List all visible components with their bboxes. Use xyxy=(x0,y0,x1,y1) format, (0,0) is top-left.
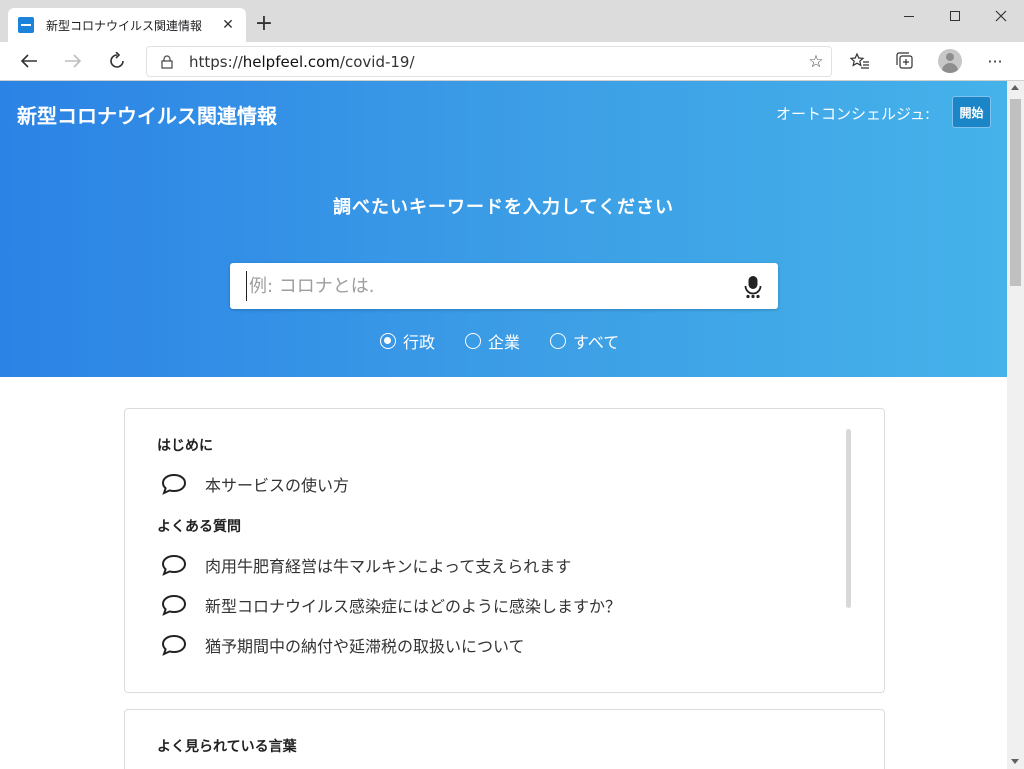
speech-bubble-icon xyxy=(161,594,187,616)
speech-bubble-icon xyxy=(161,554,187,576)
url-path: /covid-19/ xyxy=(339,52,415,71)
radio-label: 企業 xyxy=(488,333,521,352)
favorites-button[interactable] xyxy=(845,46,875,76)
list-item[interactable]: 肉用牛肥育経営は牛マルキンによって支えられます xyxy=(161,553,571,577)
search-prompt: 調べたいキーワードを入力してください xyxy=(333,197,674,218)
collections-button[interactable] xyxy=(890,46,920,76)
browser-toolbar: https://helpfeel.com/covid-19/ ☆ ··· xyxy=(0,42,1024,81)
more-icon: ··· xyxy=(987,51,1003,71)
minimize-icon xyxy=(904,15,914,17)
radio-gyosei[interactable]: 行政 xyxy=(380,329,435,353)
collections-icon xyxy=(896,52,913,69)
search-box xyxy=(230,263,778,309)
card-scrollbar[interactable] xyxy=(846,429,851,608)
url-text[interactable]: https://helpfeel.com/covid-19/ xyxy=(189,53,801,71)
arrow-left-icon xyxy=(20,54,37,68)
list-item-label: 本サービスの使い方 xyxy=(205,476,350,495)
popular-words-card: よく見られている言葉 xyxy=(124,709,885,769)
favorite-star-icon[interactable]: ☆ xyxy=(801,52,831,72)
speech-bubble-icon xyxy=(161,634,187,656)
intro-heading: はじめに xyxy=(157,438,213,454)
faq-heading: よくある質問 xyxy=(157,519,241,535)
list-item-label: 新型コロナウイルス感染症にはどのように感染しますか？ xyxy=(205,597,622,616)
radio-selected-icon xyxy=(380,333,396,349)
address-bar[interactable]: https://helpfeel.com/covid-19/ ☆ xyxy=(146,46,832,77)
list-item[interactable]: 新型コロナウイルス感染症にはどのように感染しますか？ xyxy=(161,593,621,617)
radio-unselected-icon xyxy=(465,333,482,349)
url-host: helpfeel.com xyxy=(242,52,340,71)
tab-close-icon[interactable]: ✕ xyxy=(220,17,236,33)
auto-concierge-label: オートコンシェルジュ: xyxy=(776,105,931,123)
window-minimize-button[interactable] xyxy=(886,0,932,32)
hero-banner: 新型コロナウイルス関連情報 オートコンシェルジュ: 開始 調べたいキーワードを入… xyxy=(0,81,1007,377)
search-scope-filter: 行政 企業 すべて xyxy=(380,329,649,353)
radio-unselected-icon xyxy=(550,333,567,349)
window-close-button[interactable] xyxy=(978,0,1024,32)
radio-label: すべて xyxy=(573,333,620,352)
reload-button[interactable] xyxy=(102,46,132,76)
browser-tab[interactable]: 新型コロナウイルス関連情報 ✕ xyxy=(8,8,246,42)
tab-title: 新型コロナウイルス関連情報 xyxy=(46,18,203,33)
url-scheme: https:// xyxy=(189,52,243,71)
list-item-label: 猶予期間中の納付や延滞税の取扱いについて xyxy=(205,637,525,656)
list-item[interactable]: 猶予期間中の納付や延滞税の取扱いについて xyxy=(161,633,525,657)
list-item[interactable]: 本サービスの使い方 xyxy=(161,472,349,496)
browser-titlebar: 新型コロナウイルス関連情報 ✕ + xyxy=(0,0,1024,42)
page-scrollbar[interactable] xyxy=(1007,81,1024,769)
scroll-down-icon[interactable] xyxy=(1011,759,1019,764)
scroll-up-icon[interactable] xyxy=(1011,85,1019,90)
faq-card: はじめに 本サービスの使い方 よくある質問 肉用牛肥育経営は牛マルキンによって支… xyxy=(124,408,885,693)
lock-icon xyxy=(161,54,173,69)
back-button[interactable] xyxy=(14,46,44,76)
settings-menu-button[interactable]: ··· xyxy=(980,46,1010,76)
reload-icon xyxy=(110,52,124,68)
maximize-icon xyxy=(950,11,960,21)
favorites-list-icon xyxy=(850,52,869,69)
window-maximize-button[interactable] xyxy=(932,0,978,32)
arrow-right-icon xyxy=(65,54,82,68)
profile-avatar[interactable] xyxy=(938,49,962,73)
site-favicon-icon xyxy=(18,17,34,33)
close-icon xyxy=(995,10,1007,22)
search-input[interactable] xyxy=(246,271,726,301)
list-item-label: 肉用牛肥育経営は牛マルキンによって支えられます xyxy=(205,557,572,576)
forward-button[interactable] xyxy=(58,46,88,76)
page-viewport: 新型コロナウイルス関連情報 オートコンシェルジュ: 開始 調べたいキーワードを入… xyxy=(0,81,1007,769)
radio-kigyo[interactable]: 企業 xyxy=(465,329,520,353)
scrollbar-thumb[interactable] xyxy=(1010,99,1021,286)
concierge-start-button[interactable]: 開始 xyxy=(952,96,991,128)
radio-subete[interactable]: すべて xyxy=(550,329,619,353)
radio-label: 行政 xyxy=(403,333,436,352)
popular-heading: よく見られている言葉 xyxy=(157,739,297,755)
speech-bubble-icon xyxy=(161,473,187,495)
new-tab-button[interactable]: + xyxy=(254,12,274,36)
microphone-icon[interactable] xyxy=(742,275,764,299)
site-title[interactable]: 新型コロナウイルス関連情報 xyxy=(17,100,277,129)
